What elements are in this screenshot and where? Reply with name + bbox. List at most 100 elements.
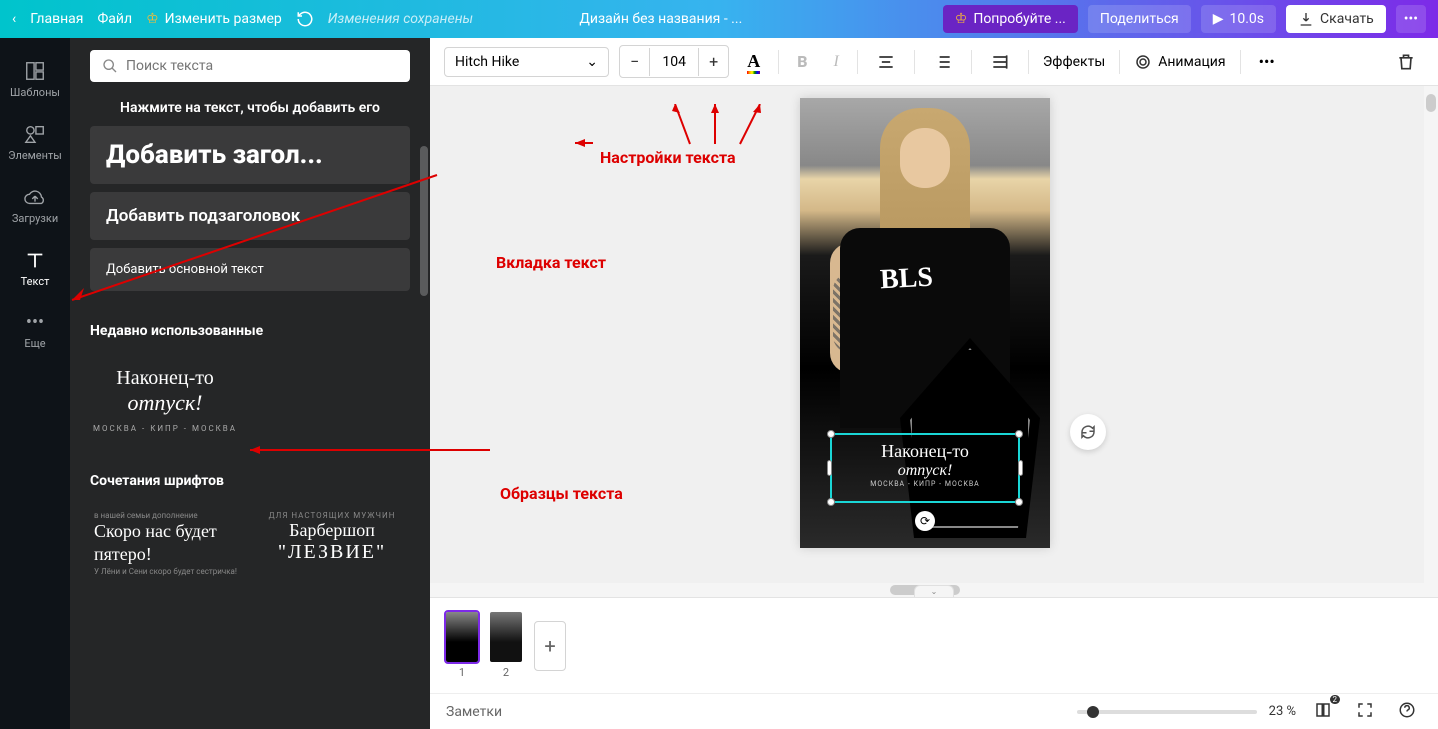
resize-menu[interactable]: ♔Изменить размер [146,11,282,27]
divider [778,50,779,74]
download-button[interactable]: Скачать [1286,5,1386,33]
add-body-button[interactable]: Добавить основной текст [90,248,410,291]
canvas-area: Hitch Hike ⌄ − + A B I Эффекты Анимация [430,38,1438,729]
resize-handle-tr[interactable] [1015,430,1023,438]
add-text-hint: Нажмите на текст, чтобы добавить его [90,100,410,116]
zoom-knob[interactable] [1087,706,1099,718]
list-icon [933,52,953,72]
design-page[interactable]: BLS Наконец-то отпуск! МОСКВА - КИПР - М… [800,98,1050,548]
play-button[interactable]: ▶10.0s [1201,5,1276,33]
main-area: Шаблоны Элементы Загрузки Текст ••• Еще … [0,38,1438,729]
notes-button[interactable]: Заметки [446,704,502,720]
effects-button[interactable]: Эффекты [1039,48,1109,76]
italic-button[interactable]: I [826,47,847,77]
text-icon [24,249,46,271]
page-thumb-2[interactable] [490,612,522,662]
resize-handle-bl[interactable] [827,498,835,506]
annotation-text-tab: Вкладка текст [496,253,606,272]
card-big: Скоро нас будет пятеро! [94,520,242,567]
animation-button[interactable]: Анимация [1130,47,1229,77]
font-combos-row: в нашей семьи дополнение Скоро нас будет… [90,501,410,586]
photo-face [900,128,950,188]
grid-icon [1314,701,1332,719]
play-icon: ▶ [1213,11,1224,27]
card-small: ДЛЯ НАСТОЯЩИХ МУЖЧИН [258,511,406,520]
footer: 1 2 + Заметки 23 % 2 [430,597,1438,729]
shirt-text: BLS [879,262,934,297]
annotation-arrow [685,104,745,154]
fullscreen-button[interactable] [1350,697,1380,727]
fullscreen-icon [1356,701,1374,719]
bottom-bar: Заметки 23 % 2 [430,693,1438,729]
rotate-handle[interactable]: ⟳ [915,511,935,531]
sidepanel-scrollbar[interactable] [420,146,428,296]
divider [1028,50,1029,74]
divider [971,50,972,74]
pages-row: 1 2 + [430,598,1438,693]
canvas-scroll-v[interactable] [1424,86,1438,597]
search-box[interactable] [90,50,410,82]
bold-button[interactable]: B [789,46,815,77]
size-increase-button[interactable]: + [699,46,728,77]
resize-handle-br[interactable] [1015,498,1023,506]
back-chevron[interactable]: ‹ [12,11,16,27]
file-menu[interactable]: Файл [97,11,132,27]
italic-icon: I [834,53,839,71]
nav-templates[interactable]: Шаблоны [0,48,70,111]
list-button[interactable] [925,46,961,78]
refresh-button[interactable] [1070,414,1106,450]
zoom-slider[interactable] [1077,710,1257,714]
save-status: Изменения сохранены [328,11,473,27]
annotation-text-settings: Настройки текста [600,148,736,167]
more-menu-button[interactable]: ••• [1396,5,1426,33]
scroll-thumb-v[interactable] [1426,94,1436,112]
nav-more[interactable]: ••• Еще [0,300,70,362]
add-heading-button[interactable]: Добавить загол... [90,126,410,184]
resize-handle-l[interactable] [827,460,832,476]
canvas-viewport[interactable]: BLS Наконец-то отпуск! МОСКВА - КИПР - М… [430,86,1438,597]
size-decrease-button[interactable]: − [620,46,649,77]
crown-icon: ♔ [146,11,159,27]
undo-button[interactable] [296,10,314,28]
home-link[interactable]: Главная [30,11,83,27]
top-bar-left: ‹ Главная Файл ♔Изменить размер Изменени… [12,10,473,28]
font-card-2[interactable]: ДЛЯ НАСТОЯЩИХ МУЖЧИН Барбершоп "ЛЕЗВИЕ" [254,501,410,586]
recent-text-thumb[interactable]: Наконец-то отпуск! МОСКВА - КИПР - МОСКВ… [90,351,240,449]
resize-handle-tl[interactable] [827,430,835,438]
nav-uploads[interactable]: Загрузки [0,174,70,237]
selected-text-box[interactable]: Наконец-то отпуск! МОСКВА - КИПР - МОСКВ… [830,433,1020,503]
font-card-1[interactable]: в нашей семьи дополнение Скоро нас будет… [90,501,246,586]
toolbar-more-button[interactable]: ••• [1251,46,1283,77]
try-pro-button[interactable]: ♔Попробуйте ... [943,5,1078,33]
page-thumb-1[interactable] [446,612,478,662]
page-number: 1 [459,666,465,679]
add-page-button[interactable]: + [534,621,566,671]
card-small2: У Лёни и Сени скоро будет сестричка! [94,567,242,576]
top-bar: ‹ Главная Файл ♔Изменить размер Изменени… [0,0,1438,38]
left-nav: Шаблоны Элементы Загрузки Текст ••• Еще [0,38,70,729]
divider [1119,50,1120,74]
nav-elements[interactable]: Элементы [0,111,70,174]
pages-grid-button[interactable]: 2 [1308,697,1338,727]
align-button[interactable] [868,46,904,78]
delete-button[interactable] [1388,46,1424,78]
help-button[interactable] [1392,697,1422,727]
nav-text[interactable]: Текст [0,237,70,300]
divider [914,50,915,74]
share-button[interactable]: Поделиться [1088,5,1191,33]
document-title[interactable]: Дизайн без названия - ... [579,11,742,27]
resize-handle-r[interactable] [1018,460,1023,476]
font-dropdown[interactable]: Hitch Hike ⌄ [444,47,609,77]
page-tab-handle[interactable]: ⌄ [914,585,954,597]
card-small: в нашей семьи дополнение [94,511,242,520]
font-size-input[interactable] [649,48,699,76]
zoom-value: 23 % [1269,704,1296,719]
page-thumb-2-wrap: 2 [490,612,522,679]
search-input[interactable] [126,58,398,74]
spacing-button[interactable] [982,46,1018,78]
text-color-button[interactable]: A [739,45,768,78]
divider [857,50,858,74]
text-color-icon: A [747,51,760,72]
add-subheading-button[interactable]: Добавить подзаголовок [90,192,410,240]
divider [1240,50,1241,74]
